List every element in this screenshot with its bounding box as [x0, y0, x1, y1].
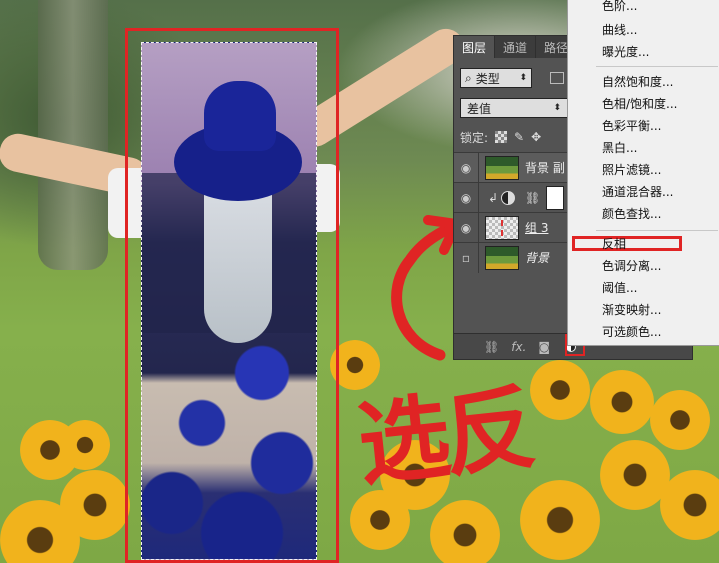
eye-icon[interactable]: ◉: [454, 161, 478, 175]
annotation-invert-highlight-box: [572, 236, 682, 251]
layer-name[interactable]: 背景: [525, 249, 549, 266]
menu-item-channel-mixer[interactable]: 通道混合器...: [602, 182, 673, 202]
menu-item-gradient-map[interactable]: 渐变映射...: [602, 300, 661, 320]
adjustment-layer-icon[interactable]: [501, 190, 515, 205]
menu-separator: [596, 66, 718, 67]
filter-kind-value: 类型: [475, 71, 500, 86]
lock-position-move-icon[interactable]: ✥: [531, 130, 541, 144]
annotation-handwritten-text: 选反: [352, 373, 536, 500]
filter-kind-dropdown[interactable]: ⌕ 类型 ⬍: [460, 68, 532, 88]
menu-item-invert[interactable]: 反相: [602, 234, 626, 254]
layer-divider: [478, 242, 479, 273]
blend-mode-value: 差值: [467, 101, 492, 116]
lock-transparency-icon[interactable]: [495, 131, 508, 143]
layer-thumbnail: [485, 155, 519, 180]
menu-item-vibrance[interactable]: 自然饱和度...: [602, 72, 673, 92]
eye-icon[interactable]: ◉: [454, 191, 478, 205]
chevron-updown-icon: ⬍: [519, 73, 527, 83]
menu-separator: [596, 230, 718, 231]
tab-channels[interactable]: 通道: [495, 36, 537, 58]
chevron-updown-icon: ⬍: [553, 103, 561, 113]
menu-item-photo-filter[interactable]: 照片滤镜...: [602, 160, 661, 180]
menu-item-color-lookup[interactable]: 颜色查找...: [602, 204, 661, 224]
photo-flower: [660, 470, 719, 540]
lock-label: 锁定:: [460, 130, 489, 145]
layer-style-fx-button[interactable]: fx.: [511, 340, 526, 354]
filter-image-icon[interactable]: [550, 72, 564, 84]
photo-flower: [520, 480, 600, 560]
search-icon: ⌕: [465, 70, 472, 85]
link-chain-icon[interactable]: ⛓: [525, 191, 540, 205]
visibility-off-icon[interactable]: ▫: [454, 251, 478, 265]
photo-flower: [650, 390, 710, 450]
layer-name[interactable]: 组 3: [525, 219, 548, 236]
menu-item-black-white[interactable]: 黑白...: [602, 138, 637, 158]
layer-divider: [478, 212, 479, 243]
photo-flower: [430, 500, 500, 563]
menu-item-selective-color[interactable]: 可选颜色...: [602, 322, 661, 342]
background-tree: [38, 0, 108, 270]
eye-icon[interactable]: ◉: [454, 221, 478, 235]
layer-divider: [478, 182, 479, 213]
add-mask-icon[interactable]: ◙: [538, 340, 550, 354]
menu-item-color-balance[interactable]: 色彩平衡...: [602, 116, 661, 136]
layer-divider: [478, 152, 479, 183]
menu-item-hue-saturation[interactable]: 色相/饱和度...: [602, 94, 678, 114]
tab-layers[interactable]: 图层: [454, 36, 496, 58]
photo-flower: [350, 490, 410, 550]
lock-paint-brush-icon[interactable]: ✎: [514, 130, 524, 144]
menu-item-threshold[interactable]: 阈值...: [602, 278, 637, 298]
layer-thumbnail: [485, 245, 519, 270]
menu-item-levels[interactable]: 色阶...: [602, 0, 637, 16]
photo-flower: [590, 370, 654, 434]
clipping-arrow-icon: ↲: [487, 190, 499, 205]
layer-thumbnail: [485, 215, 519, 240]
adjustments-context-menu[interactable]: 色阶... 曲线... 曝光度... 自然饱和度... 色相/饱和度... 色彩…: [567, 0, 719, 346]
layer-name[interactable]: 背景 副: [525, 159, 565, 176]
menu-item-posterize[interactable]: 色调分离...: [602, 256, 661, 276]
photo-flower: [60, 420, 110, 470]
menu-item-curves[interactable]: 曲线...: [602, 20, 637, 40]
annotation-selection-box: [125, 28, 339, 563]
link-layers-icon[interactable]: ⛓: [484, 340, 499, 354]
blend-mode-dropdown[interactable]: 差值 ⬍: [460, 98, 568, 118]
menu-item-exposure[interactable]: 曝光度...: [602, 42, 649, 62]
layer-mask-thumbnail[interactable]: [546, 185, 565, 210]
